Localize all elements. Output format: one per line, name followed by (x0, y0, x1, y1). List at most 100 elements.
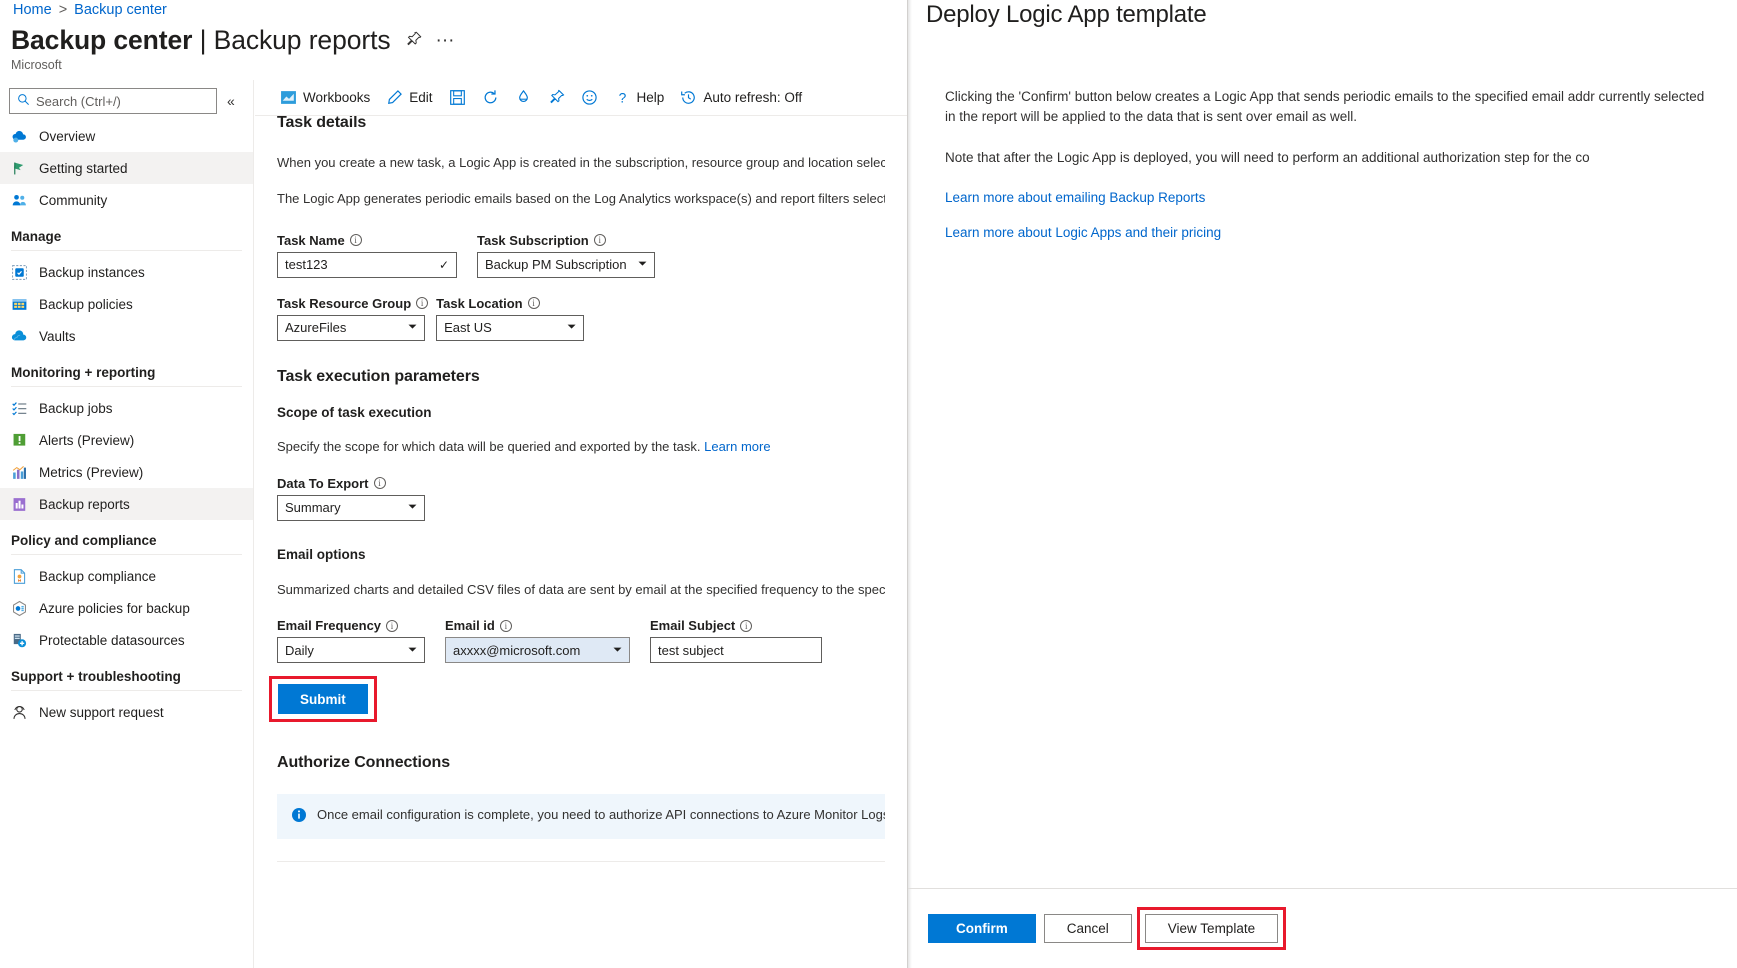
confirm-button[interactable]: Confirm (928, 914, 1036, 943)
edit-label: Edit (409, 90, 432, 105)
info-icon[interactable]: i (350, 234, 362, 246)
info-icon[interactable]: i (740, 620, 752, 632)
info-icon[interactable]: i (416, 297, 428, 309)
breadcrumb-separator: > (59, 2, 67, 18)
share-button[interactable] (507, 84, 540, 112)
datasource-icon (11, 632, 28, 649)
sidebar-item-label: New support request (39, 705, 164, 720)
chevron-down-icon: ⏷ (408, 644, 417, 657)
report-icon (11, 496, 28, 513)
sidebar-item-backup-reports[interactable]: Backup reports (0, 488, 253, 520)
sidebar-item-label: Backup reports (39, 497, 130, 512)
task-subscription-dropdown[interactable]: Backup PM Subscription ⏷ (477, 252, 655, 278)
pin-icon[interactable] (405, 31, 422, 51)
sidebar-item-metrics-preview[interactable]: Metrics (Preview) (0, 456, 253, 488)
workbooks-label: Workbooks (303, 90, 370, 105)
sidebar-item-backup-policies[interactable]: Backup policies (0, 288, 253, 320)
sidebar-item-alerts-preview[interactable]: Alerts (Preview) (0, 424, 253, 456)
pin-icon (548, 89, 565, 106)
email-frequency-group: Email Frequency i Daily ⏷ (277, 618, 425, 663)
sidebar-item-overview[interactable]: Overview (0, 120, 253, 152)
flag-icon (11, 160, 28, 177)
sidebar-group-title: Monitoring + reporting (0, 352, 253, 384)
share-icon (515, 89, 532, 106)
ellipsis-icon[interactable]: ··· (436, 35, 455, 46)
backup-instance-icon (11, 264, 28, 281)
task-details-paragraph-2: The Logic App generates periodic emails … (277, 190, 885, 209)
task-location-dropdown[interactable]: East US ⏷ (436, 315, 584, 341)
sidebar-item-protectable-datasources[interactable]: Protectable datasources (0, 624, 253, 656)
chevron-down-icon: ⏷ (567, 321, 576, 334)
email-id-input[interactable]: axxxx@microsoft.com ⏷ (445, 637, 630, 663)
sidebar-item-vaults[interactable]: Vaults (0, 320, 253, 352)
task-resource-group-dropdown[interactable]: AzureFiles ⏷ (277, 315, 425, 341)
task-name-input[interactable]: test123 ✓ (277, 252, 457, 278)
task-location-label-row: Task Location i (436, 296, 584, 311)
sidebar-item-label: Getting started (39, 161, 128, 176)
scope-text: Specify the scope for which data will be… (277, 439, 700, 454)
data-to-export-dropdown[interactable]: Summary ⏷ (277, 495, 425, 521)
cancel-button[interactable]: Cancel (1044, 914, 1132, 943)
page-title-sub: Backup reports (214, 25, 391, 55)
info-icon[interactable]: i (500, 620, 512, 632)
dialog-title: Deploy Logic App template (908, 0, 1737, 29)
edit-button[interactable]: Edit (378, 84, 440, 112)
pin-toolbar-button[interactable] (540, 84, 573, 112)
content-divider (277, 861, 885, 862)
sidebar-item-community[interactable]: Community (0, 184, 253, 216)
sidebar-item-label: Backup instances (39, 265, 145, 280)
azure-policy-icon (11, 600, 28, 617)
sidebar-item-backup-jobs[interactable]: Backup jobs (0, 392, 253, 424)
task-name-value: test123 (285, 257, 328, 272)
sidebar-item-label: Backup policies (39, 297, 133, 312)
vault-cloud-icon (11, 328, 28, 345)
info-icon[interactable]: i (374, 477, 386, 489)
page-title-main: Backup center (11, 25, 192, 55)
task-subscription-group: Task Subscription i Backup PM Subscripti… (477, 233, 655, 278)
refresh-button[interactable] (474, 84, 507, 112)
email-subject-input[interactable]: test subject (650, 637, 822, 663)
info-icon[interactable]: i (594, 234, 606, 246)
help-button[interactable]: ? Help (606, 84, 673, 112)
breadcrumb-home[interactable]: Home (13, 2, 52, 18)
workbooks-button[interactable]: Workbooks (272, 84, 378, 112)
save-button[interactable] (441, 84, 474, 112)
info-icon[interactable]: i (528, 297, 540, 309)
sidebar: Search (Ctrl+/) « Overview Getting starte… (0, 80, 254, 968)
sidebar-group-title: Policy and compliance (0, 520, 253, 552)
policy-grid-icon (11, 296, 28, 313)
auto-refresh-button[interactable]: Auto refresh: Off (672, 84, 810, 112)
info-icon[interactable]: i (386, 620, 398, 632)
breadcrumb: Home > Backup center (13, 2, 167, 18)
search-input[interactable]: Search (Ctrl+/) (9, 88, 217, 114)
sidebar-item-new-support-request[interactable]: New support request (0, 696, 253, 728)
sidebar-item-getting-started[interactable]: Getting started (0, 152, 253, 184)
sidebar-item-label: Alerts (Preview) (39, 433, 134, 448)
checklist-icon (11, 400, 28, 417)
email-frequency-dropdown[interactable]: Daily ⏷ (277, 637, 425, 663)
email-id-label-row: Email id i (445, 618, 630, 633)
submit-button[interactable]: Submit (278, 684, 368, 714)
breadcrumb-backup-center[interactable]: Backup center (74, 2, 167, 18)
sidebar-item-label: Backup compliance (39, 569, 156, 584)
view-template-button[interactable]: View Template (1145, 914, 1278, 943)
sidebar-item-backup-instances[interactable]: Backup instances (0, 256, 253, 288)
data-to-export-value: Summary (285, 500, 341, 515)
question-mark-icon: ? (614, 89, 631, 106)
metrics-chart-icon (11, 464, 28, 481)
sidebar-item-backup-compliance[interactable]: Backup compliance (0, 560, 253, 592)
authorize-info-bar: Once email configuration is complete, yo… (277, 794, 885, 839)
dialog-shadow (908, 0, 912, 968)
chevron-double-left-icon[interactable]: « (225, 94, 237, 108)
logic-apps-pricing-link[interactable]: Learn more about Logic Apps and their pr… (945, 225, 1713, 240)
sidebar-item-azure-policies-for-backup[interactable]: Azure policies for backup (0, 592, 253, 624)
task-name-label-row: Task Name i (277, 233, 457, 248)
support-person-icon (11, 704, 28, 721)
email-options-heading: Email options (277, 547, 885, 562)
scope-learn-more-link[interactable]: Learn more (704, 439, 770, 454)
sidebar-group-divider (11, 386, 242, 387)
emailing-backup-reports-link[interactable]: Learn more about emailing Backup Reports (945, 190, 1713, 205)
feedback-button[interactable] (573, 84, 606, 112)
scope-description: Specify the scope for which data will be… (277, 438, 885, 457)
cloud-overview-icon (11, 128, 28, 145)
